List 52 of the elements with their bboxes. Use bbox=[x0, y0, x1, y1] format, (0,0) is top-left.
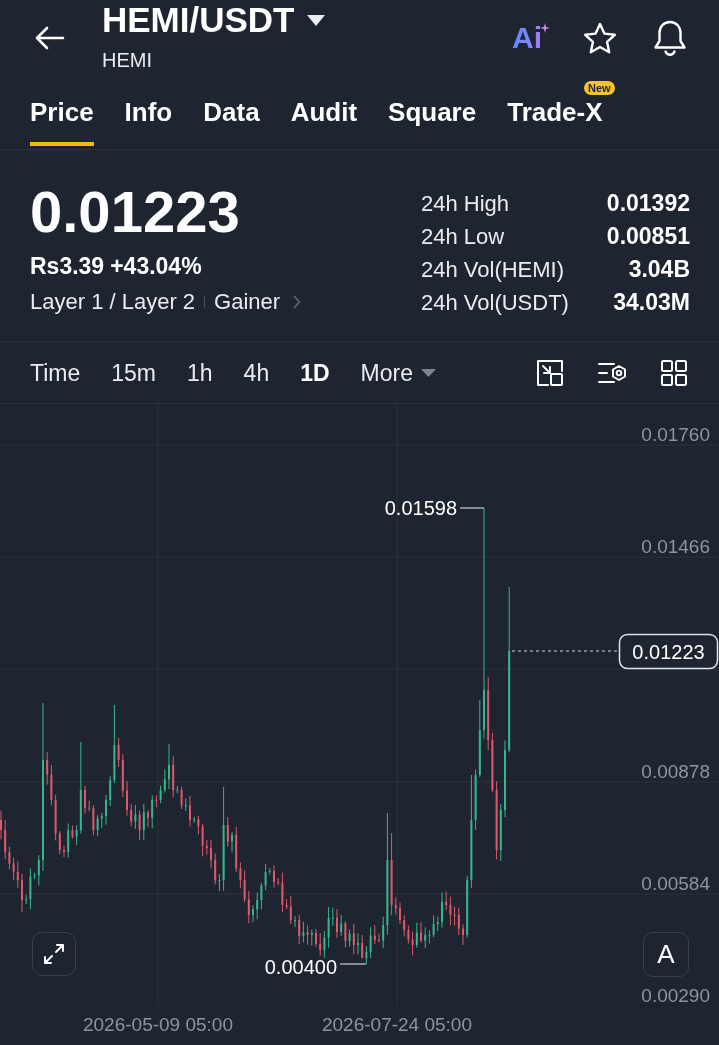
stat-label: 24h Vol(HEMI) bbox=[421, 256, 565, 284]
caret-icon bbox=[421, 368, 436, 377]
scale-button[interactable]: A bbox=[643, 932, 689, 977]
price-change: +43.04% bbox=[110, 252, 202, 280]
chevron-right-icon[interactable] bbox=[293, 295, 302, 309]
stat-value: 0.01392 bbox=[606, 189, 690, 218]
new-badge: New bbox=[583, 81, 615, 95]
grid-icon[interactable] bbox=[660, 358, 688, 387]
price-axis-label: 0.00584 bbox=[641, 873, 710, 894]
price-axis-label: 0.01760 bbox=[641, 424, 710, 445]
fiat-price: Rs3.39 bbox=[30, 252, 105, 280]
stat-value: 0.00851 bbox=[606, 222, 690, 251]
price-axis-label: 0.01466 bbox=[641, 536, 710, 557]
bell-icon[interactable] bbox=[652, 19, 688, 57]
pair-selector[interactable]: HEMI/USDT bbox=[102, 0, 325, 40]
stat-label: 24h High bbox=[421, 190, 510, 218]
interval-button[interactable]: 1D bbox=[300, 357, 330, 388]
leader-line bbox=[339, 963, 367, 965]
time-axis-label: 2026-05-09 05:00 bbox=[83, 1014, 233, 1035]
category-link[interactable]: Layer 1 / Layer 2 bbox=[30, 288, 196, 316]
high-price-label: 0.01598 bbox=[384, 497, 457, 519]
current-price-tag: 0.01223 bbox=[618, 633, 719, 670]
stat-label: 24h Vol(USDT) bbox=[421, 289, 569, 317]
tab[interactable]: Square bbox=[388, 97, 477, 146]
fullscreen-button[interactable] bbox=[32, 932, 76, 976]
stat-value: 3.04B bbox=[628, 255, 690, 284]
tab[interactable]: Info bbox=[124, 97, 173, 146]
caret-icon bbox=[306, 14, 325, 26]
interval-button[interactable]: 4h bbox=[243, 357, 270, 388]
window-arrow-icon[interactable] bbox=[536, 358, 564, 387]
price-axis-label: 0.00878 bbox=[641, 761, 710, 782]
tab[interactable]: Audit bbox=[290, 97, 358, 146]
tab[interactable]: Price bbox=[30, 97, 94, 146]
expand-icon bbox=[42, 942, 66, 966]
stat-value: 34.03M bbox=[613, 288, 690, 317]
tab[interactable]: Trade-X bbox=[507, 97, 603, 146]
time-axis-label: 2026-07-24 05:00 bbox=[322, 1014, 472, 1035]
tab[interactable]: Data bbox=[203, 97, 260, 146]
interval-button[interactable]: 1h bbox=[187, 357, 213, 388]
back-arrow-icon[interactable] bbox=[35, 25, 65, 51]
star-icon[interactable] bbox=[583, 21, 617, 55]
more-dropdown[interactable]: More bbox=[360, 357, 436, 388]
sparkle-icon bbox=[540, 23, 550, 33]
price-axis-label: 0.00290 bbox=[641, 985, 710, 1006]
interval-button[interactable]: Time bbox=[30, 357, 81, 388]
leader-line bbox=[459, 507, 485, 509]
category-link[interactable]: Gainer bbox=[214, 288, 281, 316]
last-price: 0.01223 bbox=[30, 180, 241, 244]
stat-label: 24h Low bbox=[421, 223, 505, 251]
base-asset-name: HEMI bbox=[102, 48, 152, 72]
interval-button[interactable]: 15m bbox=[111, 357, 156, 388]
low-price-label: 0.00400 bbox=[264, 956, 337, 978]
